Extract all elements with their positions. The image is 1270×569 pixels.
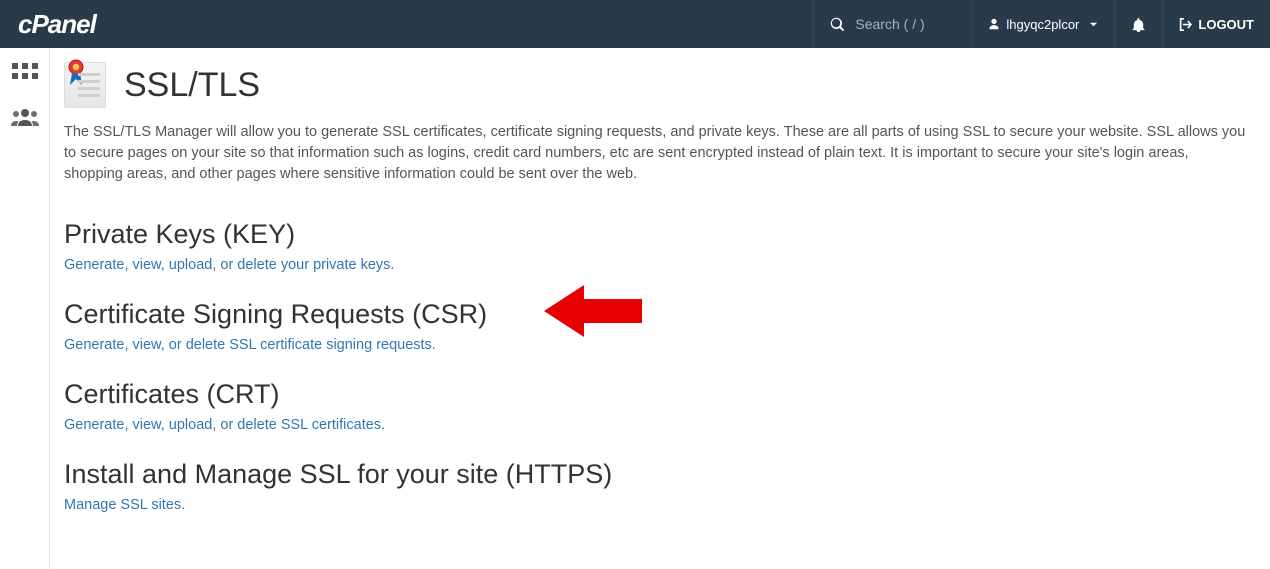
section-heading-key: Private Keys (KEY) (64, 219, 1248, 250)
user-menu[interactable]: lhgyqc2plcor (971, 0, 1114, 48)
doc-lines-icon (78, 73, 100, 101)
notifications-button[interactable] (1114, 0, 1162, 48)
search-cell[interactable] (813, 0, 971, 48)
page-title-row: SSL/TLS (64, 62, 1248, 108)
private-keys-link[interactable]: Generate, view, upload, or delete your p… (64, 257, 394, 273)
search-input[interactable] (855, 16, 955, 32)
intro-paragraph: The SSL/TLS Manager will allow you to ge… (64, 122, 1248, 185)
logout-icon (1179, 18, 1192, 31)
logout-label: LOGOUT (1198, 17, 1254, 32)
cpanel-logo[interactable]: cPanel (0, 9, 114, 40)
user-icon (988, 18, 1000, 30)
users-icon (11, 107, 39, 132)
left-sidebar (0, 48, 50, 569)
bell-icon (1131, 17, 1146, 32)
apps-grid-icon (12, 63, 38, 88)
csr-link[interactable]: Generate, view, or delete SSL certificat… (64, 337, 436, 353)
crt-link[interactable]: Generate, view, upload, or delete SSL ce… (64, 417, 385, 433)
body-wrapper: SSL/TLS The SSL/TLS Manager will allow y… (0, 48, 1270, 569)
sidebar-item-users[interactable] (8, 104, 42, 134)
search-icon (830, 17, 845, 32)
main-content: SSL/TLS The SSL/TLS Manager will allow y… (50, 48, 1270, 569)
username-label: lhgyqc2plcor (1006, 17, 1079, 32)
ssl-tls-page-icon (64, 62, 106, 108)
logo-text: cPanel (18, 9, 96, 40)
top-header: cPanel lhgyqc2plcor LOGOUT (0, 0, 1270, 48)
section-heading-csr: Certificate Signing Requests (CSR) (64, 299, 1248, 330)
manage-ssl-link[interactable]: Manage SSL sites. (64, 497, 185, 513)
section-heading-install: Install and Manage SSL for your site (HT… (64, 459, 1248, 490)
section-heading-crt: Certificates (CRT) (64, 379, 1248, 410)
logout-button[interactable]: LOGOUT (1162, 0, 1270, 48)
highlight-arrow-icon (544, 281, 644, 346)
sidebar-item-apps[interactable] (8, 60, 42, 90)
page-title: SSL/TLS (124, 66, 260, 105)
caret-down-icon (1089, 20, 1098, 29)
csr-section-wrap: Certificate Signing Requests (CSR) Gener… (64, 299, 1248, 379)
